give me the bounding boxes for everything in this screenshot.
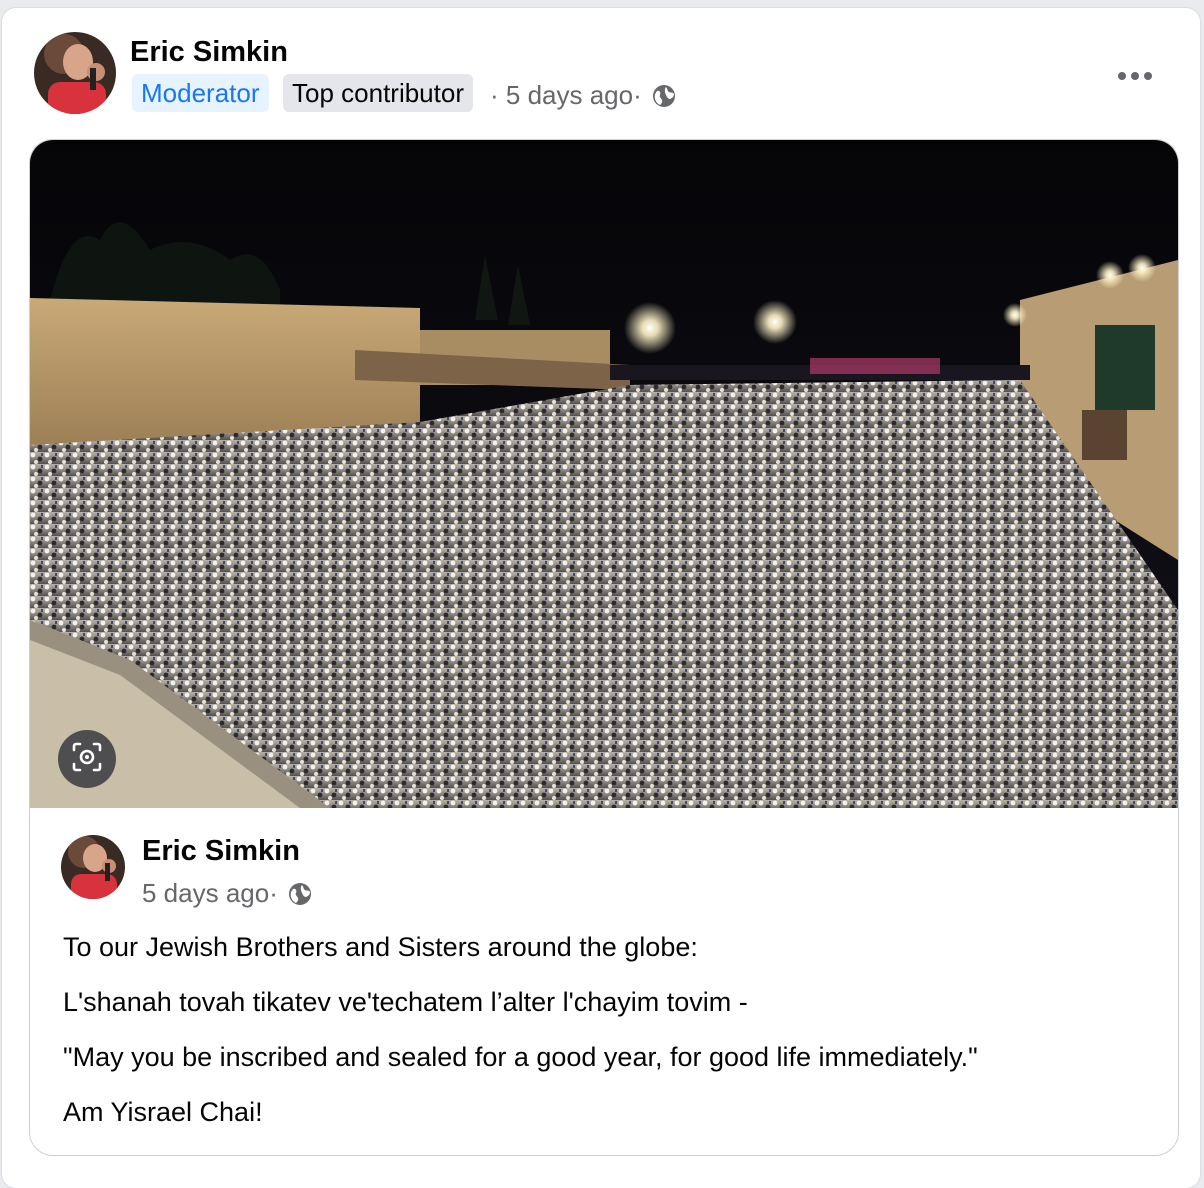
globe-icon — [288, 882, 312, 913]
post-text-line: Am Yisrael Chai! — [63, 1097, 263, 1127]
visual-search-button[interactable] — [58, 730, 116, 788]
moderator-badge: Moderator — [132, 74, 269, 112]
author-avatar[interactable] — [34, 32, 116, 114]
visual-search-icon — [71, 741, 103, 778]
more-options-icon — [1117, 68, 1153, 86]
shared-post[interactable]: Eric Simkin 5 days ago· To our Jewish Br… — [29, 139, 1179, 1156]
post-meta: · 5 days ago· — [490, 80, 676, 115]
author-name[interactable]: Eric Simkin — [130, 36, 288, 69]
shared-author-name[interactable]: Eric Simkin — [142, 835, 300, 868]
post-text-line: L'shanah tovah tikatev ve'techatem l’alt… — [63, 987, 748, 1017]
shared-post-meta: 5 days ago· — [142, 878, 312, 913]
meta-separator: · — [633, 80, 642, 110]
post-card: Eric Simkin Moderator Top contributor · … — [2, 8, 1200, 1188]
post-timestamp[interactable]: 5 days ago — [506, 80, 633, 110]
meta-separator: · — [269, 878, 278, 908]
post-text-line: To our Jewish Brothers and Sisters aroun… — [63, 932, 698, 962]
post-text-line: "May you be inscribed and sealed for a g… — [63, 1042, 978, 1072]
post-photo[interactable] — [30, 140, 1178, 808]
top-contributor-badge: Top contributor — [283, 74, 473, 112]
shared-author-avatar[interactable] — [61, 835, 125, 899]
meta-separator: · — [490, 80, 506, 110]
globe-icon — [652, 84, 676, 115]
shared-post-timestamp[interactable]: 5 days ago — [142, 878, 269, 908]
more-options-button[interactable] — [1110, 60, 1160, 94]
